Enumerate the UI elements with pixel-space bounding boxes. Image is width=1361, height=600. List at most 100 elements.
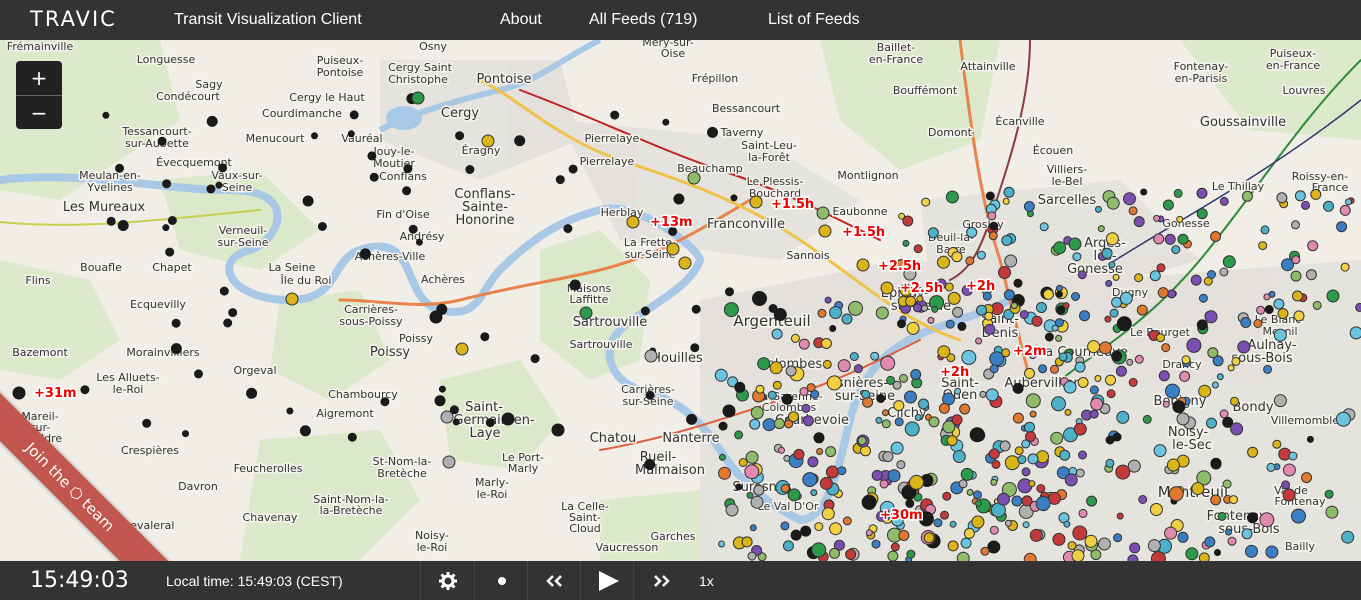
vehicle-marker[interactable] [864,498,876,510]
vehicle-marker[interactable] [1339,204,1351,216]
vehicle-marker[interactable] [772,380,782,390]
vehicle-marker[interactable] [1171,245,1181,255]
vehicle-marker[interactable] [359,248,371,260]
nav-about-link[interactable]: About [500,11,542,29]
vehicle-marker[interactable] [1023,201,1035,212]
vehicle-marker[interactable] [1149,503,1163,516]
vehicle-marker[interactable] [1173,188,1183,198]
vehicle-marker[interactable] [1227,536,1237,546]
brand-logo[interactable]: TRAVIC [30,7,117,31]
vehicle-marker[interactable] [887,469,901,483]
vehicle-marker[interactable] [1138,495,1148,504]
fast-forward-button[interactable] [633,561,687,600]
vehicle-marker[interactable] [921,304,928,312]
vehicle-marker[interactable] [481,134,495,148]
vehicle-marker[interactable] [1211,381,1219,389]
vehicle-marker[interactable] [820,338,832,349]
vehicle-marker[interactable] [862,396,874,408]
vehicle-marker[interactable] [1078,450,1087,460]
vehicle-marker[interactable] [666,242,680,256]
vehicle-marker[interactable] [367,151,377,161]
vehicle-marker[interactable] [773,418,785,430]
vehicle-marker[interactable] [563,224,573,234]
vehicle-marker[interactable] [1355,302,1361,312]
vehicle-marker[interactable] [142,418,152,428]
vehicle-marker[interactable] [1024,421,1035,433]
vehicle-marker[interactable] [780,521,790,531]
vehicle-marker[interactable] [1050,364,1059,374]
vehicle-marker[interactable] [302,195,314,207]
vehicle-marker[interactable] [1029,410,1037,418]
vehicle-marker[interactable] [821,507,835,521]
vehicle-marker[interactable] [1185,547,1199,561]
vehicle-marker[interactable] [1059,449,1071,461]
vehicle-marker[interactable] [1166,458,1180,472]
vehicle-marker[interactable] [1147,539,1161,553]
vehicle-marker[interactable] [442,455,456,469]
vehicle-marker[interactable] [1167,289,1177,299]
vehicle-marker[interactable] [438,385,446,393]
vehicle-marker[interactable] [1191,482,1205,495]
vehicle-marker[interactable] [738,458,748,467]
vehicle-marker[interactable] [1324,489,1334,499]
vehicle-marker[interactable] [1072,525,1088,541]
vehicle-marker[interactable] [380,397,390,407]
vehicle-marker[interactable] [734,430,744,440]
vehicle-marker[interactable] [806,383,816,393]
vehicle-marker[interactable] [951,414,963,426]
vehicle-marker[interactable] [1259,512,1275,528]
vehicle-marker[interactable] [1053,241,1067,255]
vehicle-marker[interactable] [923,532,935,544]
vehicle-marker[interactable] [1231,356,1241,366]
vehicle-marker[interactable] [905,295,917,307]
vehicle-marker[interactable] [829,306,843,319]
vehicle-marker[interactable] [1001,235,1013,246]
vehicle-marker[interactable] [887,550,899,561]
vehicle-marker[interactable] [1292,290,1303,302]
vehicle-marker[interactable] [1312,300,1322,310]
vehicle-marker[interactable] [1003,289,1015,301]
vehicle-marker[interactable] [1113,533,1123,543]
vehicle-marker[interactable] [1260,225,1270,235]
vehicle-marker[interactable] [976,304,987,316]
vehicle-marker[interactable] [1003,186,1015,198]
vehicle-marker[interactable] [1207,270,1216,279]
vehicle-marker[interactable] [1179,370,1191,382]
vehicle-marker[interactable] [1176,215,1184,223]
vehicle-marker[interactable] [921,197,931,207]
vehicle-marker[interactable] [870,351,880,361]
vehicle-marker[interactable] [902,239,910,247]
vehicle-marker[interactable] [735,483,743,491]
vehicle-marker[interactable] [1222,255,1236,269]
vehicle-marker[interactable] [530,354,540,364]
vehicle-marker[interactable] [988,448,1000,460]
vehicle-marker[interactable] [610,110,620,120]
vehicle-marker[interactable] [1115,365,1127,377]
vehicle-marker[interactable] [800,525,812,537]
vehicle-marker[interactable] [1077,270,1087,280]
vehicle-marker[interactable] [875,306,889,320]
vehicle-marker[interactable] [817,308,827,318]
vehicle-marker[interactable] [1237,340,1251,354]
vehicle-marker[interactable] [1036,450,1049,464]
vehicle-marker[interactable] [1168,486,1184,502]
vehicle-marker[interactable] [1204,310,1218,324]
vehicle-marker[interactable] [1019,310,1029,319]
vehicle-marker[interactable] [845,548,857,560]
vehicle-marker[interactable] [1014,446,1024,456]
vehicle-marker[interactable] [1055,290,1063,298]
vehicle-marker[interactable] [1068,237,1082,251]
vehicle-marker[interactable] [246,387,258,399]
vehicle-marker[interactable] [369,172,379,182]
vehicle-marker[interactable] [182,430,189,438]
vehicle-marker[interactable] [347,130,355,138]
vehicle-marker[interactable] [167,216,177,225]
vehicle-marker[interactable] [946,435,958,447]
vehicle-marker[interactable] [1282,488,1296,502]
vehicle-marker[interactable] [80,385,90,395]
vehicle-marker[interactable] [1063,380,1077,394]
vehicle-marker[interactable] [485,418,495,428]
vehicle-marker[interactable] [690,343,700,353]
vehicle-marker[interactable] [117,220,129,231]
vehicle-marker[interactable] [1039,222,1049,232]
